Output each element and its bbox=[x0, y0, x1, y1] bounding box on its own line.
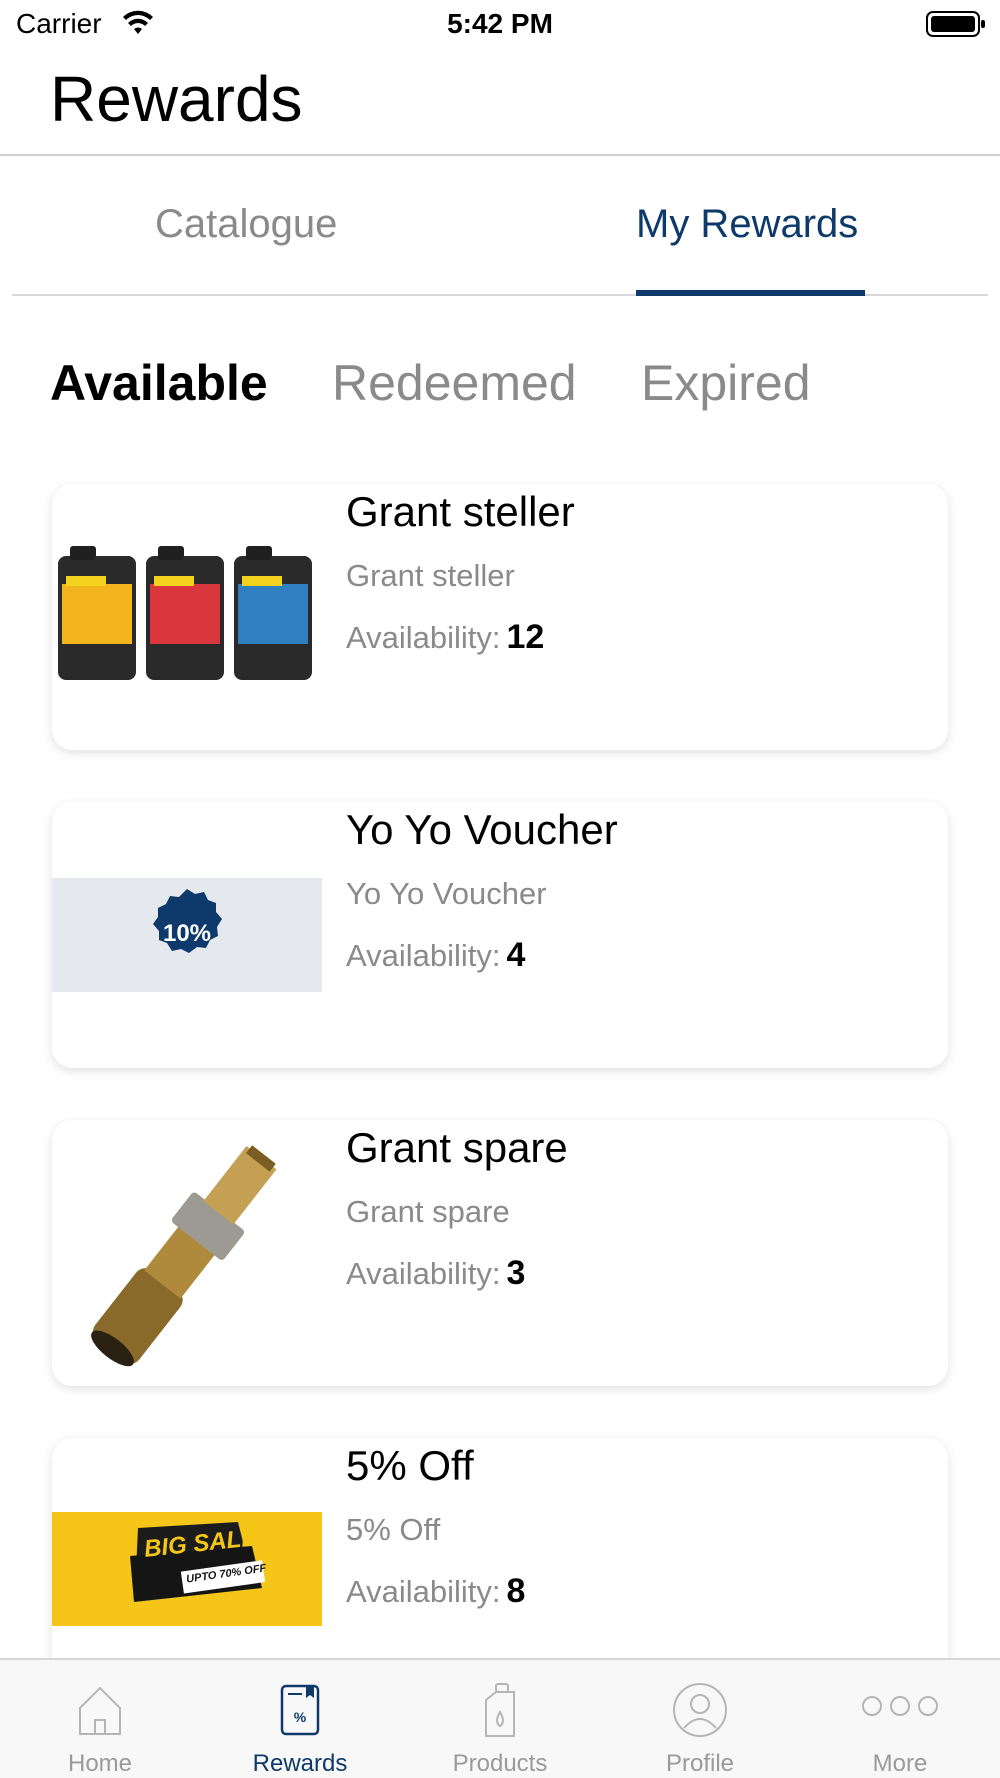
profile-icon bbox=[670, 1680, 730, 1740]
tab-catalogue[interactable]: Catalogue bbox=[155, 202, 337, 247]
reward-title: 5% Off bbox=[346, 1442, 474, 1489]
products-icon bbox=[470, 1680, 530, 1740]
nav-more[interactable]: More bbox=[800, 1660, 1000, 1778]
reward-availability: Availability: 12 bbox=[346, 618, 544, 657]
subtab-redeemed[interactable]: Redeemed bbox=[332, 354, 577, 412]
nav-products[interactable]: Products bbox=[400, 1660, 600, 1778]
page-title: Rewards bbox=[50, 63, 303, 135]
subtab-available[interactable]: Available bbox=[50, 354, 268, 412]
reward-availability: Availability: 4 bbox=[346, 936, 525, 975]
availability-count: 8 bbox=[506, 1572, 526, 1610]
bottom-tab-bar: Home % Rewards Products Profile More bbox=[0, 1658, 1000, 1778]
availability-count: 12 bbox=[506, 618, 545, 656]
status-bar: Carrier 5:42 PM bbox=[0, 0, 1000, 50]
reward-availability: Availability: 3 bbox=[346, 1254, 525, 1293]
active-tab-indicator bbox=[636, 290, 865, 296]
reward-subtitle: 5% Off bbox=[346, 1512, 441, 1547]
reward-title: Grant steller bbox=[346, 488, 575, 535]
nav-home[interactable]: Home bbox=[0, 1660, 200, 1778]
clock: 5:42 PM bbox=[447, 8, 553, 39]
reward-subtitle: Grant steller bbox=[346, 558, 515, 593]
nav-profile[interactable]: Profile bbox=[600, 1660, 800, 1778]
reward-title: Yo Yo Voucher bbox=[346, 806, 618, 853]
availability-label: Availability: bbox=[346, 938, 501, 973]
badge-text: 10% bbox=[162, 920, 212, 947]
brass-fitting-image bbox=[52, 1120, 322, 1386]
availability-label: Availability: bbox=[346, 620, 501, 655]
oil-cans-image bbox=[52, 484, 322, 750]
home-icon bbox=[70, 1680, 130, 1740]
nav-home-label: Home bbox=[67, 1750, 133, 1777]
reward-card[interactable]: Grant spare Grant spare Availability: 3 bbox=[52, 1120, 948, 1386]
nav-more-label: More bbox=[872, 1750, 928, 1777]
nav-products-label: Products bbox=[452, 1750, 548, 1777]
reward-subtitle: Grant spare bbox=[346, 1194, 510, 1229]
battery-icon bbox=[926, 10, 986, 43]
svg-text:%: % bbox=[294, 1709, 307, 1725]
subtab-expired[interactable]: Expired bbox=[641, 354, 811, 412]
rewards-icon: % bbox=[270, 1680, 330, 1740]
reward-title: Grant spare bbox=[346, 1124, 568, 1171]
reward-card[interactable]: 10% Yo Yo Voucher Yo Yo Voucher Availabi… bbox=[52, 802, 948, 1068]
availability-count: 3 bbox=[506, 1254, 526, 1292]
nav-rewards-label: Rewards bbox=[252, 1750, 348, 1777]
discount-badge-image: 10% bbox=[52, 802, 322, 1068]
more-icon bbox=[860, 1680, 940, 1740]
tab-my-rewards[interactable]: My Rewards bbox=[636, 202, 858, 247]
nav-rewards[interactable]: % Rewards bbox=[200, 1660, 400, 1778]
reward-availability: Availability: 8 bbox=[346, 1572, 525, 1611]
availability-label: Availability: bbox=[346, 1574, 501, 1609]
top-tabs: Catalogue My Rewards bbox=[12, 156, 988, 296]
nav-profile-label: Profile bbox=[665, 1750, 735, 1777]
availability-label: Availability: bbox=[346, 1256, 501, 1291]
reward-card[interactable]: Grant steller Grant steller Availability… bbox=[52, 484, 948, 750]
availability-count: 4 bbox=[506, 936, 526, 974]
reward-subtitle: Yo Yo Voucher bbox=[346, 876, 547, 911]
